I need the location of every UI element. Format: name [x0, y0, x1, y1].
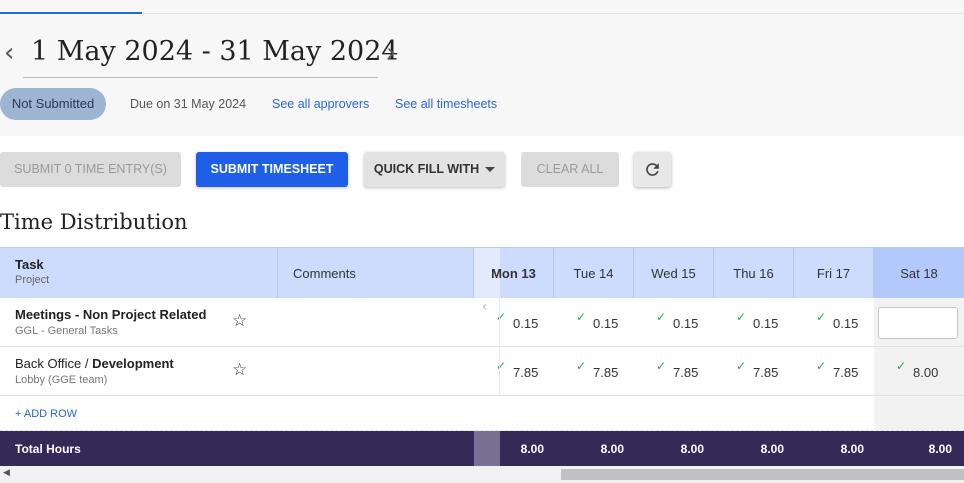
refresh-icon — [646, 163, 659, 176]
check-icon: ✓ — [816, 310, 827, 324]
check-icon: ✓ — [576, 310, 587, 324]
time-value: 0.15 — [593, 316, 619, 331]
table-header-row: Task Project Comments Mon 13 Tue 14 Wed … — [0, 247, 964, 299]
add-row-button[interactable]: + ADD ROW — [15, 408, 77, 420]
time-input-sat[interactable] — [878, 307, 958, 339]
check-icon: ✓ — [576, 359, 587, 373]
time-cell-fri[interactable]: ✓ 7.85 — [794, 347, 874, 396]
time-value: 7.85 — [833, 365, 859, 380]
time-value: 7.85 — [673, 365, 699, 380]
due-date-text: Due on 31 May 2024 — [130, 97, 247, 111]
check-icon: ✓ — [656, 359, 667, 373]
status-badge: Not Submitted — [0, 88, 106, 120]
table-row: Back Office / Development Lobby (GGE tea… — [0, 347, 964, 396]
quick-fill-dropdown[interactable]: QUICK FILL WITH — [364, 152, 505, 187]
check-icon: ✓ — [816, 359, 827, 373]
task-cell: Meetings - Non Project Related GGL - Gen… — [0, 298, 278, 347]
time-value: 0.15 — [833, 316, 859, 331]
date-range-selector[interactable]: 1 May 2024 - 31 May 2024 — [23, 32, 399, 78]
submit-timesheet-button[interactable]: SUBMIT TIMESHEET — [196, 152, 348, 187]
day-header-thu: Thu 16 — [714, 248, 794, 299]
time-cell-fri[interactable]: ✓ 0.15 — [794, 298, 874, 347]
task-column-header: Task Project — [0, 248, 278, 299]
see-all-timesheets-link[interactable]: See all timesheets — [395, 97, 497, 111]
see-all-approvers-link[interactable]: See all approvers — [272, 97, 369, 111]
saturday-column-bg — [874, 396, 964, 430]
time-value: 8.00 — [913, 365, 939, 380]
check-icon: ✓ — [896, 359, 907, 373]
day-header-tue: Tue 14 — [554, 248, 634, 299]
time-distribution-table: Task Project Comments Mon 13 Tue 14 Wed … — [0, 247, 964, 466]
section-title: Time Distribution — [0, 210, 188, 234]
next-period-button[interactable]: › — [386, 38, 396, 68]
day-header-wed: Wed 15 — [634, 248, 714, 299]
time-cell-tue[interactable]: ✓ 0.15 — [554, 298, 634, 347]
task-name-bold: Development — [92, 356, 174, 371]
check-icon: ✓ — [736, 310, 747, 324]
time-cell-tue[interactable]: ✓ 7.85 — [554, 347, 634, 396]
total-fri: 8.00 — [840, 442, 864, 456]
project-header-label: Project — [15, 274, 50, 286]
time-value: 0.15 — [673, 316, 699, 331]
day-header-mon: Mon 13 — [474, 248, 554, 299]
add-row-bar: + ADD ROW — [0, 396, 964, 431]
time-cell-sat[interactable]: ✓ 8.00 — [874, 347, 954, 396]
time-cell-mon[interactable]: ✓ 7.85 — [474, 347, 554, 396]
check-icon: ✓ — [736, 359, 747, 373]
favorite-star-icon[interactable]: ☆ — [232, 311, 247, 331]
timesheet-header: ‹ 1 May 2024 - 31 May 2024 › Not Submitt… — [0, 14, 964, 136]
total-sat: 8.00 — [928, 442, 952, 456]
time-cell-wed[interactable]: ✓ 0.15 — [634, 298, 714, 347]
task-name-prefix: Back Office / — [15, 356, 93, 371]
total-hours-label: Total Hours — [15, 442, 81, 456]
day-header-fri: Fri 17 — [794, 248, 874, 299]
comments-column-header: Comments — [278, 248, 474, 299]
task-cell: Back Office / Development Lobby (GGE tea… — [0, 347, 278, 396]
time-value: 7.85 — [513, 365, 539, 380]
scroll-left-arrow-icon[interactable]: ◀ — [3, 468, 10, 478]
check-icon: ✓ — [496, 359, 507, 373]
favorite-star-icon[interactable]: ☆ — [232, 360, 247, 380]
check-icon: ✓ — [656, 310, 667, 324]
time-value: 0.15 — [753, 316, 779, 331]
horizontal-scrollbar[interactable]: ◀ — [0, 466, 964, 483]
quick-fill-label: QUICK FILL WITH — [373, 162, 480, 176]
time-value: 7.85 — [753, 365, 779, 380]
collapse-columns-chevron-icon[interactable]: ‹ — [482, 299, 488, 315]
clear-all-button[interactable]: CLEAR ALL — [521, 152, 619, 187]
task-name-bold: Meetings - Non Project Related — [15, 307, 207, 322]
time-cell-thu[interactable]: ✓ 7.85 — [714, 347, 794, 396]
time-cell-wed[interactable]: ✓ 7.85 — [634, 347, 714, 396]
time-value: 0.15 — [513, 316, 539, 331]
total-thu: 8.00 — [760, 442, 784, 456]
total-mon: 8.00 — [520, 442, 544, 456]
task-header-label: Task — [15, 257, 44, 272]
total-hours-row: Total Hours 8.00 8.00 8.00 8.00 8.00 8.0… — [0, 431, 964, 466]
submit-time-entries-button[interactable]: SUBMIT 0 TIME ENTRY(S) — [0, 152, 181, 187]
total-tue: 8.00 — [600, 442, 624, 456]
previous-period-button[interactable]: ‹ — [4, 38, 14, 68]
scrollbar-thumb[interactable] — [561, 469, 964, 480]
total-wed: 8.00 — [680, 442, 704, 456]
time-cell-thu[interactable]: ✓ 0.15 — [714, 298, 794, 347]
check-icon: ✓ — [496, 310, 507, 324]
caret-down-icon — [485, 167, 496, 173]
day-header-sat: Sat 18 — [874, 248, 964, 299]
time-value: 7.85 — [593, 365, 619, 380]
top-tab-bar — [0, 0, 964, 14]
refresh-button[interactable] — [634, 152, 671, 187]
